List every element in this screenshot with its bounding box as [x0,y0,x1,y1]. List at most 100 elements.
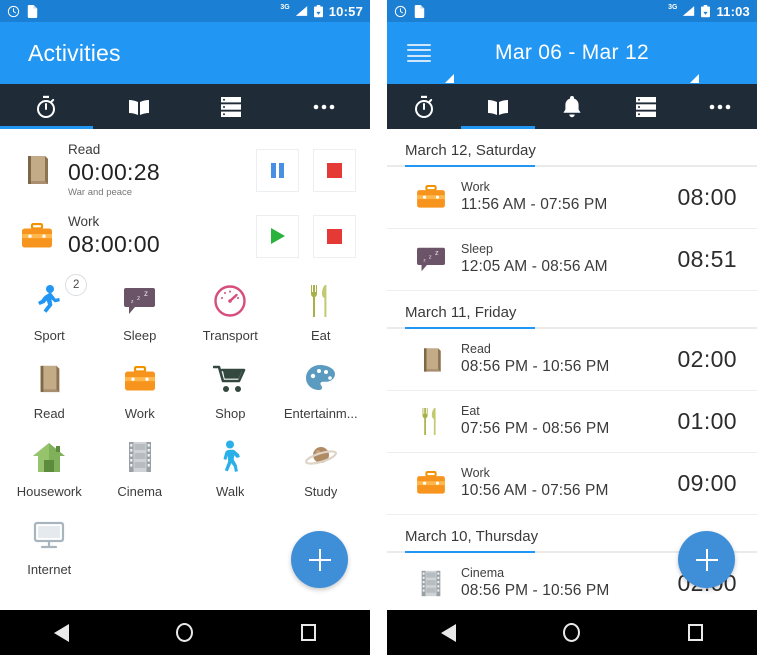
recents-square-icon[interactable] [688,624,704,641]
tab-log[interactable] [461,84,535,129]
activity-tile-sport[interactable]: 2 Sport [4,274,95,343]
activity-badge: 2 [65,274,88,296]
status-bar-right-icons: 3G 11:03 [668,3,750,19]
battery-icon [313,4,324,18]
overflow-dots-icon [708,103,732,111]
activity-tile-housework[interactable]: Housework [4,431,95,499]
log-row[interactable]: Work 11:56 AM - 07:56 PM 08:00 [387,167,757,229]
stop-button[interactable] [313,214,356,258]
add-record-button[interactable] [678,531,735,588]
tab-bar-left [0,84,370,129]
activity-tile-walk[interactable]: Walk [185,431,276,499]
back-triangle-icon[interactable] [440,623,456,642]
play-button[interactable] [256,214,299,258]
svg-text:z: z [144,289,148,298]
film-strip-icon [413,566,449,602]
running-row-controls [256,148,356,192]
tab-list[interactable] [609,84,683,129]
tab-alerts[interactable] [535,84,609,129]
tab-bar-right [387,84,757,129]
activity-label: Sleep [123,328,157,343]
tab-timers[interactable] [0,84,93,129]
activity-tile-cinema[interactable]: Cinema [95,431,186,499]
pause-button[interactable] [256,148,299,192]
activity-tile-shop[interactable]: Shop [185,353,276,421]
log-row[interactable]: Eat 07:56 PM - 08:56 PM 01:00 [387,391,757,453]
activity-name: Work [68,214,100,230]
activity-name: Eat [461,403,480,418]
activity-tile-transport[interactable]: Transport [185,275,276,343]
log-row[interactable]: Read 08:56 PM - 10:56 PM 02:00 [387,329,757,391]
log-row-text: Eat 07:56 PM - 08:56 PM [449,403,677,440]
recents-square-icon[interactable] [301,624,317,641]
tab-more[interactable] [278,84,371,129]
shopping-cart-icon [210,359,250,399]
status-bar-left-icons [394,4,425,18]
activity-name: Cinema [461,565,505,580]
running-row[interactable]: Read 00:00:28 War and peace [0,137,370,203]
stop-button[interactable] [313,148,356,192]
activity-label: Transport [202,328,258,343]
activity-tile-eat[interactable]: Eat [276,275,367,343]
running-row-text: Work 08:00:00 [58,214,256,257]
activity-name: Read [68,142,101,158]
activity-name: Read [461,341,491,356]
bell-icon [561,95,583,119]
prev-period-arrow[interactable] [445,74,454,83]
activity-label: Walk [216,484,245,499]
activity-tile-internet[interactable]: Internet [4,509,95,577]
home-circle-icon[interactable] [176,623,194,642]
time-range: 07:56 PM - 08:56 PM [461,420,610,438]
house-icon [29,437,69,477]
activity-tile-sleep[interactable]: zzz Sleep [95,275,186,343]
activity-tile-read[interactable]: Read [4,353,95,421]
home-circle-icon[interactable] [563,623,581,642]
date-range-title: Mar 06 - Mar 12 [495,41,649,64]
sleep-bubble-icon: zzz [413,242,449,278]
tab-more[interactable] [683,84,757,129]
hamburger-menu-icon[interactable] [407,44,431,62]
app-bar-right: Mar 06 - Mar 12 [387,22,757,84]
log-row[interactable]: zzz Sleep 12:05 AM - 08:56 AM 08:51 [387,229,757,291]
back-triangle-icon[interactable] [53,623,69,642]
day-divider [387,165,757,167]
walking-icon [210,437,250,477]
duration: 08:51 [677,246,737,272]
log-row-text: Read 08:56 PM - 10:56 PM [449,341,677,378]
play-icon [270,228,285,244]
time-range: 10:56 AM - 07:56 PM [461,482,609,500]
runner-icon: 2 [29,274,88,321]
network-type-label: 3G [668,3,678,11]
overflow-dots-icon [312,103,336,111]
plus-icon [308,548,331,571]
add-activity-button[interactable] [291,531,348,588]
stop-icon [327,228,342,244]
fork-knife-icon [301,281,341,321]
activity-tile-work[interactable]: Work [95,353,186,421]
activity-tile-study[interactable]: Study [276,431,367,499]
list-icon [219,96,243,118]
sleep-bubble-icon: zzz [120,281,160,321]
clock-label: 10:57 [328,3,363,19]
time-range: 11:56 AM - 07:56 PM [461,196,608,214]
svg-text:z: z [435,248,439,257]
log-row[interactable]: Work 10:56 AM - 07:56 PM 09:00 [387,453,757,515]
fork-knife-icon [413,404,449,440]
alarm-clock-icon [7,5,20,18]
briefcase-icon [120,359,160,399]
clock-label: 11:03 [716,3,750,19]
activity-label: Cinema [117,484,163,499]
android-nav-bar-left [0,610,370,655]
activity-tile-entertainment[interactable]: Entertainm... [276,353,367,421]
tab-log[interactable] [93,84,186,129]
running-row[interactable]: Work 08:00:00 [0,203,370,269]
activity-label: Eat [310,328,331,343]
log-row-text: Sleep 12:05 AM - 08:56 AM [449,241,677,278]
briefcase-icon [413,180,449,216]
next-period-arrow[interactable] [690,74,699,83]
tab-timers[interactable] [387,84,461,129]
elapsed-time: 00:00:28 [68,159,160,186]
signal-bars-icon [295,5,308,17]
elapsed-time: 08:00:00 [68,231,160,258]
tab-list[interactable] [185,84,278,129]
